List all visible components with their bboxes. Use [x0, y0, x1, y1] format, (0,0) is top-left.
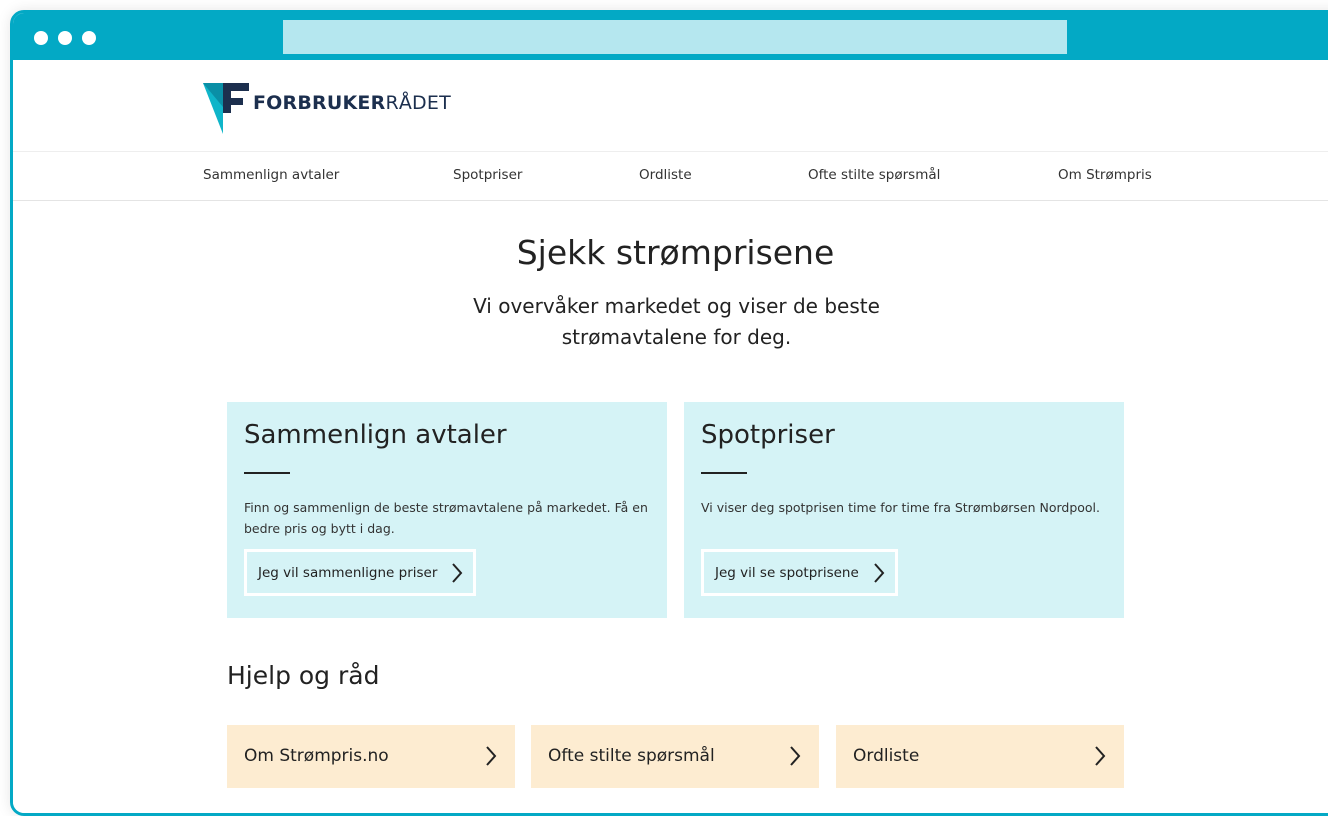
chevron-right-icon [486, 746, 497, 766]
button-label: Jeg vil se spotprisene [715, 564, 859, 581]
compare-prices-button[interactable]: Jeg vil sammenligne priser [244, 549, 477, 596]
card-description: Vi viser deg spotprisen time for time fr… [701, 500, 1100, 515]
forbrukerradet-logo[interactable]: FORBRUKERRÅDET [203, 80, 451, 134]
card-description: Finn og sammenlign de beste strømavtalen… [244, 500, 648, 536]
browser-toolbar [13, 13, 1328, 60]
help-item-ordliste[interactable]: Ordliste [836, 725, 1124, 788]
address-bar[interactable] [283, 20, 1067, 54]
view-spot-prices-button[interactable]: Jeg vil se spotprisene [701, 549, 898, 596]
help-item-label: Ordliste [853, 746, 920, 766]
chevron-right-icon [1095, 746, 1106, 766]
nav-item-ordliste[interactable]: Ordliste [639, 167, 692, 183]
page-subtitle: Vi overvåker markedet og viser de beste … [473, 294, 880, 349]
logo-wordmark-bold: FORBRUKER [253, 92, 386, 114]
card-title: Spotpriser [701, 420, 835, 450]
page-title: Sjekk strømprisene [516, 233, 835, 272]
card-title: Sammenlign avtaler [244, 420, 507, 450]
help-item-om-strompris[interactable]: Om Strømpris.no [227, 725, 515, 788]
site-header: FORBRUKERRÅDET [13, 60, 1328, 152]
forbrukerradet-logo-mark-icon [203, 83, 249, 134]
window-minimize-dot[interactable] [58, 31, 72, 45]
chevron-right-icon [790, 746, 801, 766]
help-item-label: Ofte stilte spørsmål [548, 746, 715, 766]
card-divider [244, 472, 290, 474]
window-close-dot[interactable] [34, 31, 48, 45]
nav-item-om-strompris[interactable]: Om Strømpris [1058, 167, 1152, 183]
card-sammenlign-avtaler: Sammenlign avtaler Finn og sammenlign de… [227, 402, 667, 618]
button-label: Jeg vil sammenligne priser [258, 564, 438, 581]
nav-item-sammenlign-avtaler[interactable]: Sammenlign avtaler [203, 167, 339, 183]
card-spotpriser: Spotpriser Vi viser deg spotprisen time … [684, 402, 1124, 618]
main-nav: Sammenlign avtaler Spotpriser Ordliste O… [13, 152, 1328, 201]
help-section-title: Hjelp og råd [227, 661, 380, 690]
nav-item-spotpriser[interactable]: Spotpriser [453, 167, 522, 183]
logo-wordmark: FORBRUKERRÅDET [253, 92, 451, 114]
browser-window: FORBRUKERRÅDET Sammenlign avtaler Spotpr… [10, 10, 1328, 816]
logo-wordmark-light: RÅDET [385, 92, 451, 114]
window-maximize-dot[interactable] [82, 31, 96, 45]
web-page: FORBRUKERRÅDET Sammenlign avtaler Spotpr… [13, 60, 1328, 813]
card-divider [701, 472, 747, 474]
nav-item-ofte-stilte-sporsmal[interactable]: Ofte stilte spørsmål [808, 167, 940, 183]
chevron-right-icon [452, 562, 463, 583]
help-item-label: Om Strømpris.no [244, 746, 389, 766]
chevron-right-icon [874, 562, 885, 583]
help-item-ofte-stilte-sporsmal[interactable]: Ofte stilte spørsmål [531, 725, 819, 788]
